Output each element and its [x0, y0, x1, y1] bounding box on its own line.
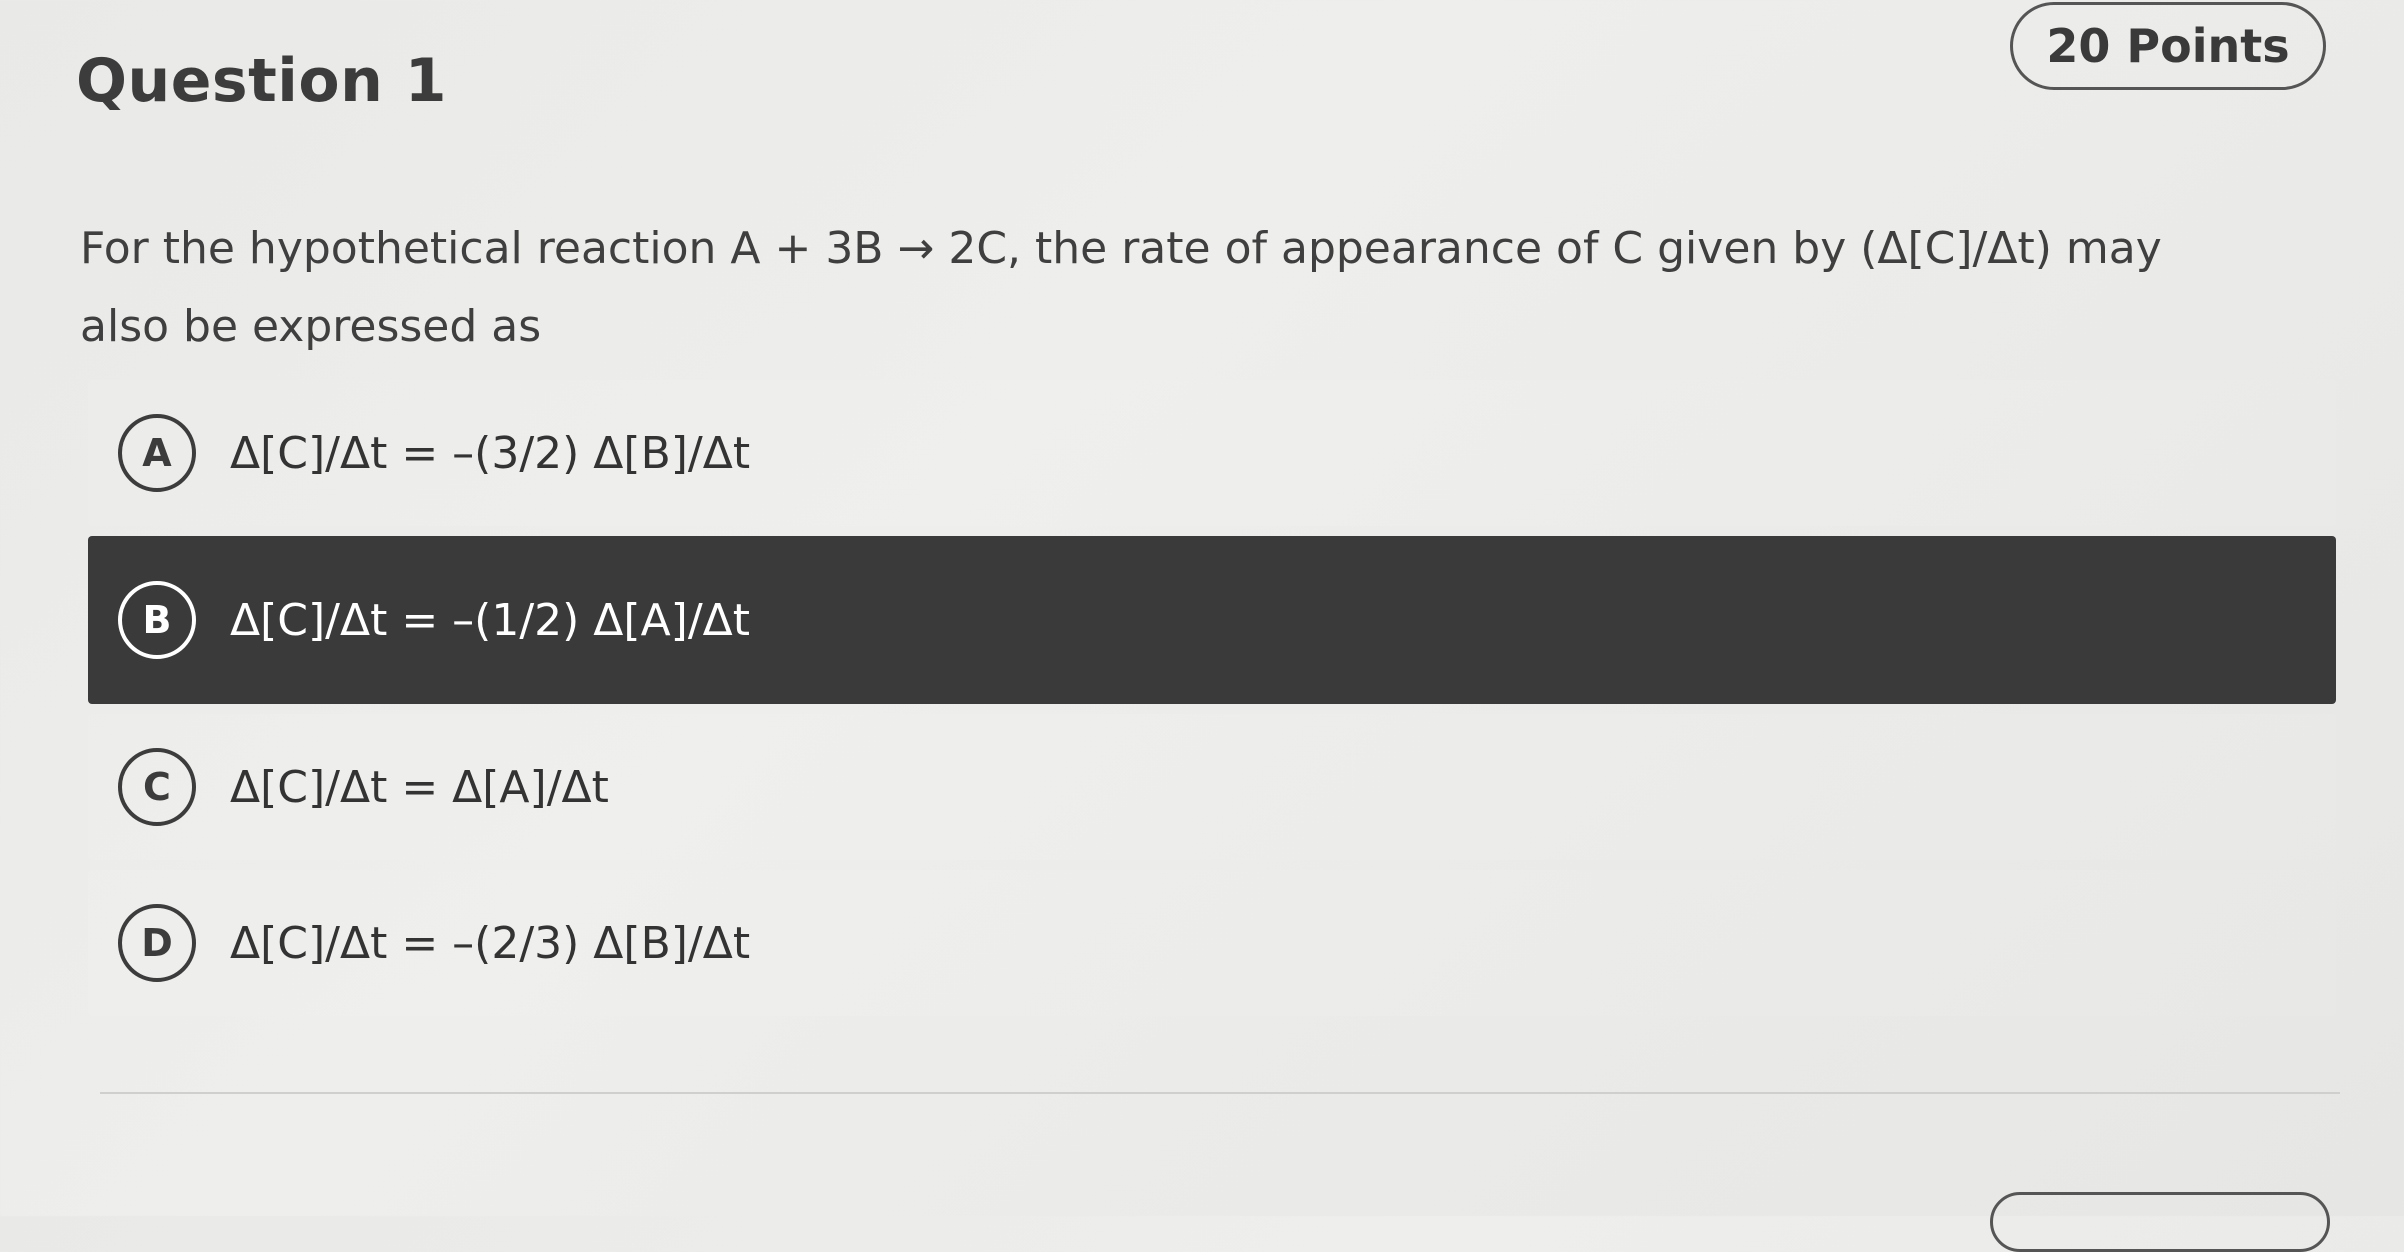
- option-b-text: Δ[C]/Δt = –(1/2) Δ[A]/Δt: [230, 594, 751, 646]
- question-prompt: For the hypothetical reaction A + 3B → 2…: [80, 223, 2162, 352]
- option-a-letter-circle: A: [118, 414, 196, 492]
- answer-options: A Δ[C]/Δt = –(3/2) Δ[B]/Δt B Δ[C]/Δt = –…: [88, 380, 2336, 1026]
- option-c-letter-circle: C: [118, 748, 196, 826]
- option-d-text: Δ[C]/Δt = –(2/3) Δ[B]/Δt: [230, 917, 751, 969]
- option-b-letter-circle: B: [118, 581, 196, 659]
- option-c-text: Δ[C]/Δt = Δ[A]/Δt: [230, 761, 609, 813]
- section-divider: [100, 1092, 2340, 1094]
- option-d-letter-circle: D: [118, 904, 196, 982]
- points-badge: 20 Points: [2010, 2, 2326, 90]
- option-c[interactable]: C Δ[C]/Δt = Δ[A]/Δt: [88, 714, 2336, 860]
- partial-bottom-button[interactable]: [1990, 1192, 2330, 1252]
- option-b[interactable]: B Δ[C]/Δt = –(1/2) Δ[A]/Δt: [88, 536, 2336, 704]
- option-a-text: Δ[C]/Δt = –(3/2) Δ[B]/Δt: [230, 427, 751, 479]
- question-title: Question 1: [76, 46, 447, 116]
- quiz-page: Question 1 20 Points For the hypothetica…: [0, 0, 2404, 1252]
- option-d[interactable]: D Δ[C]/Δt = –(2/3) Δ[B]/Δt: [88, 870, 2336, 1016]
- option-a[interactable]: A Δ[C]/Δt = –(3/2) Δ[B]/Δt: [88, 380, 2336, 526]
